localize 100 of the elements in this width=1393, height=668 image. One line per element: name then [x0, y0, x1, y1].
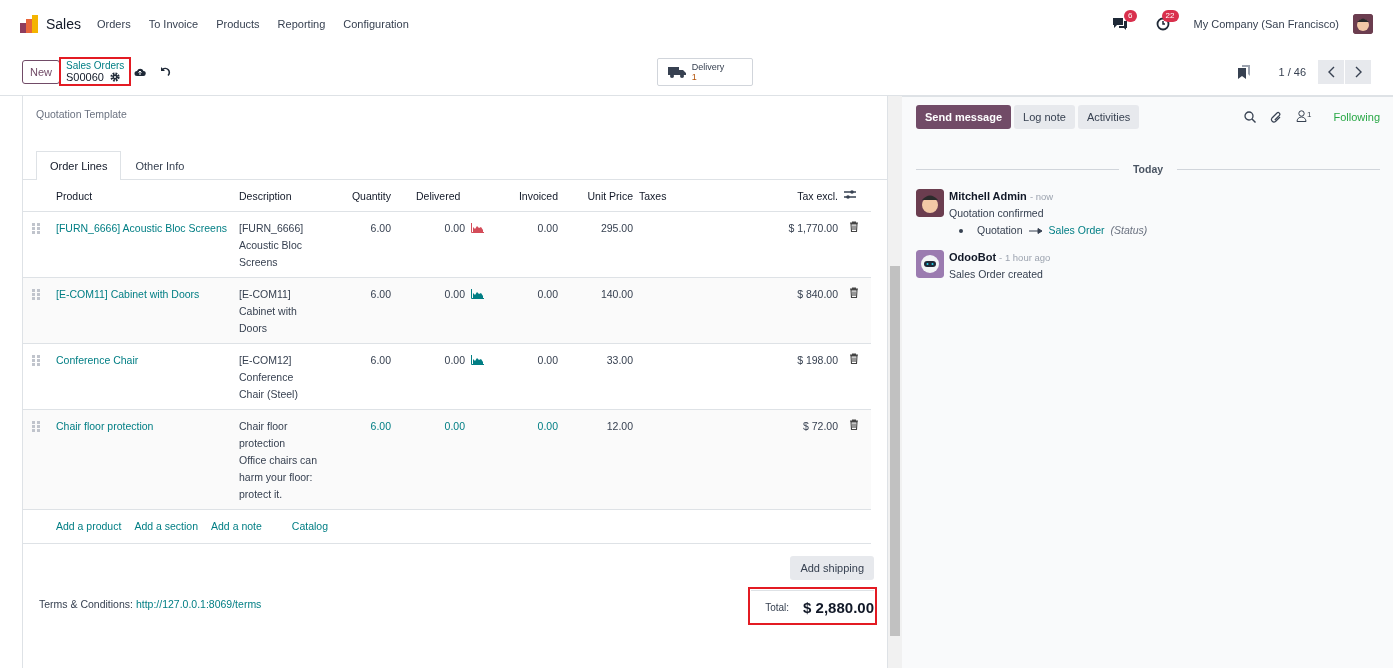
- field-label: Quotation Template: [35, 107, 128, 122]
- column-settings-icon[interactable]: [844, 189, 856, 200]
- message-author[interactable]: Mitchell Admin: [949, 190, 1027, 202]
- column-header[interactable]: Product: [53, 180, 236, 212]
- truck-icon: [667, 65, 686, 78]
- product-cell[interactable]: [E-COM11] Cabinet with Doors: [53, 277, 236, 344]
- trash-icon[interactable]: [849, 287, 859, 298]
- tab[interactable]: Order Lines: [36, 151, 122, 180]
- unit-price-cell: 140.00: [561, 277, 636, 344]
- robot-avatar-drawing: [916, 250, 944, 278]
- date-separator: Today: [1132, 163, 1164, 175]
- forecast-chart-icon[interactable]: [471, 223, 484, 233]
- chatter-button[interactable]: Activities: [1077, 105, 1140, 129]
- message-author[interactable]: OdooBot: [949, 251, 997, 263]
- column-header[interactable]: Description: [236, 180, 336, 212]
- message-body: Sales Order created: [949, 267, 1044, 282]
- unit-price-cell: 12.00: [561, 409, 636, 510]
- record-name: S00060: [66, 71, 104, 83]
- add-line-link[interactable]: Add a section: [134, 518, 199, 535]
- field-name: (Status): [1110, 223, 1148, 238]
- new-value: Sales Order: [1048, 223, 1105, 238]
- next-button[interactable]: [1345, 59, 1371, 84]
- product-cell[interactable]: Chair floor protection: [53, 409, 236, 510]
- terms-link[interactable]: http://127.0.0.1:8069/terms: [135, 598, 262, 610]
- drag-handle-icon[interactable]: [32, 223, 40, 234]
- quantity-cell: 6.00: [336, 211, 394, 278]
- delivered-cell: 0.00: [394, 211, 468, 278]
- previous-button[interactable]: [1318, 59, 1344, 84]
- forecast-chart-icon[interactable]: [471, 289, 484, 299]
- new-button[interactable]: New: [22, 59, 60, 84]
- product-cell[interactable]: [FURN_6666] Acoustic Bloc Screens: [53, 211, 236, 278]
- chatter-button[interactable]: Log note: [1014, 105, 1075, 129]
- add-line-link[interactable]: Add a product: [56, 518, 122, 535]
- menu-item[interactable]: Configuration: [343, 18, 409, 30]
- add-line-link[interactable]: Add a note: [211, 518, 262, 535]
- trash-icon[interactable]: [849, 419, 859, 430]
- arrow-right-icon: [1028, 227, 1043, 234]
- company-switcher[interactable]: My Company (San Francisco): [1193, 18, 1339, 30]
- description-cell: [FURN_6666] Acoustic Bloc Screens: [236, 211, 336, 278]
- person-icon: [1296, 110, 1308, 122]
- tab[interactable]: Other Info: [121, 151, 199, 180]
- description-cell: Chair floor protection Office chairs can harm your floor: protect it.: [236, 409, 336, 510]
- breadcrumb-link[interactable]: Sales Orders: [66, 60, 125, 71]
- undo-icon[interactable]: [160, 66, 172, 77]
- menu-item[interactable]: Reporting: [277, 18, 326, 30]
- product-cell[interactable]: Conference Chair: [53, 343, 236, 410]
- chevron-right-icon: [1354, 65, 1362, 78]
- message-time: - now: [1029, 191, 1054, 202]
- terms-text: Terms & Conditions: http://127.0.0.1:8069/terms: [39, 598, 262, 612]
- clock-icon[interactable]: [1155, 17, 1170, 31]
- unit-price-cell: 33.00: [561, 343, 636, 410]
- quantity-cell: 6.00: [336, 277, 394, 344]
- invoiced-cell: 0.00: [491, 211, 561, 278]
- cloud-upload-icon[interactable]: [134, 66, 147, 77]
- column-header[interactable]: Unit Price: [561, 180, 636, 212]
- drag-handle-icon[interactable]: [32, 355, 40, 366]
- column-header[interactable]: Tax excl.: [756, 180, 841, 212]
- followers-button[interactable]: 1: [1296, 110, 1312, 124]
- notification-badge: 6: [1124, 10, 1137, 22]
- menu-item[interactable]: Products: [216, 18, 260, 30]
- chatter-button[interactable]: Send message: [916, 105, 1012, 129]
- search-icon[interactable]: [1244, 111, 1257, 123]
- trash-icon[interactable]: [849, 221, 859, 232]
- column-header[interactable]: Delivered: [394, 180, 491, 212]
- add-line-link[interactable]: Catalog: [291, 518, 329, 535]
- message-body: Quotation confirmed: [949, 206, 1045, 221]
- paperclip-icon[interactable]: [1270, 110, 1283, 124]
- menu-item[interactable]: Orders: [97, 18, 131, 30]
- quantity-cell: 6.00: [336, 409, 394, 510]
- delivery-smart-button[interactable]: Delivery 1: [656, 57, 754, 86]
- scrollbar[interactable]: [888, 96, 902, 668]
- subtotal-cell: $ 1,770.00: [756, 211, 841, 278]
- drag-handle-icon[interactable]: [32, 289, 40, 300]
- drag-handle-icon[interactable]: [32, 421, 40, 432]
- quantity-cell: 6.00: [336, 343, 394, 410]
- unit-price-cell: 295.00: [561, 211, 636, 278]
- notification-badge: 22: [1161, 10, 1179, 22]
- column-header[interactable]: Taxes: [636, 180, 756, 212]
- menu-item[interactable]: To Invoice: [148, 18, 199, 30]
- message-time: - 1 hour ago: [999, 252, 1051, 263]
- invoiced-cell: 0.00: [491, 277, 561, 344]
- trash-icon[interactable]: [849, 353, 859, 364]
- bookmarks-icon[interactable]: [1238, 64, 1251, 79]
- chat-bubbles-icon[interactable]: [1111, 17, 1128, 31]
- delivered-cell: 0.00: [394, 343, 468, 410]
- user-avatar[interactable]: [1353, 14, 1373, 34]
- description-cell: [E-COM12] Conference Chair (Steel): [236, 343, 336, 410]
- app-logo-icon[interactable]: [20, 15, 38, 33]
- forecast-chart-icon[interactable]: [471, 355, 484, 365]
- column-header[interactable]: Invoiced: [491, 180, 561, 212]
- app-name[interactable]: Sales: [46, 16, 82, 32]
- total-label: Total:: [765, 602, 790, 613]
- delivered-cell: 0.00: [394, 277, 468, 344]
- chevron-left-icon: [1327, 65, 1335, 78]
- add-shipping-button[interactable]: Add shipping: [790, 556, 874, 580]
- gear-icon[interactable]: [109, 72, 120, 82]
- description-cell: [E-COM11] Cabinet with Doors: [236, 277, 336, 344]
- column-header[interactable]: Quantity: [336, 180, 394, 212]
- pager-counter[interactable]: 1 / 46: [1278, 65, 1306, 78]
- avatar-drawing: [916, 189, 944, 217]
